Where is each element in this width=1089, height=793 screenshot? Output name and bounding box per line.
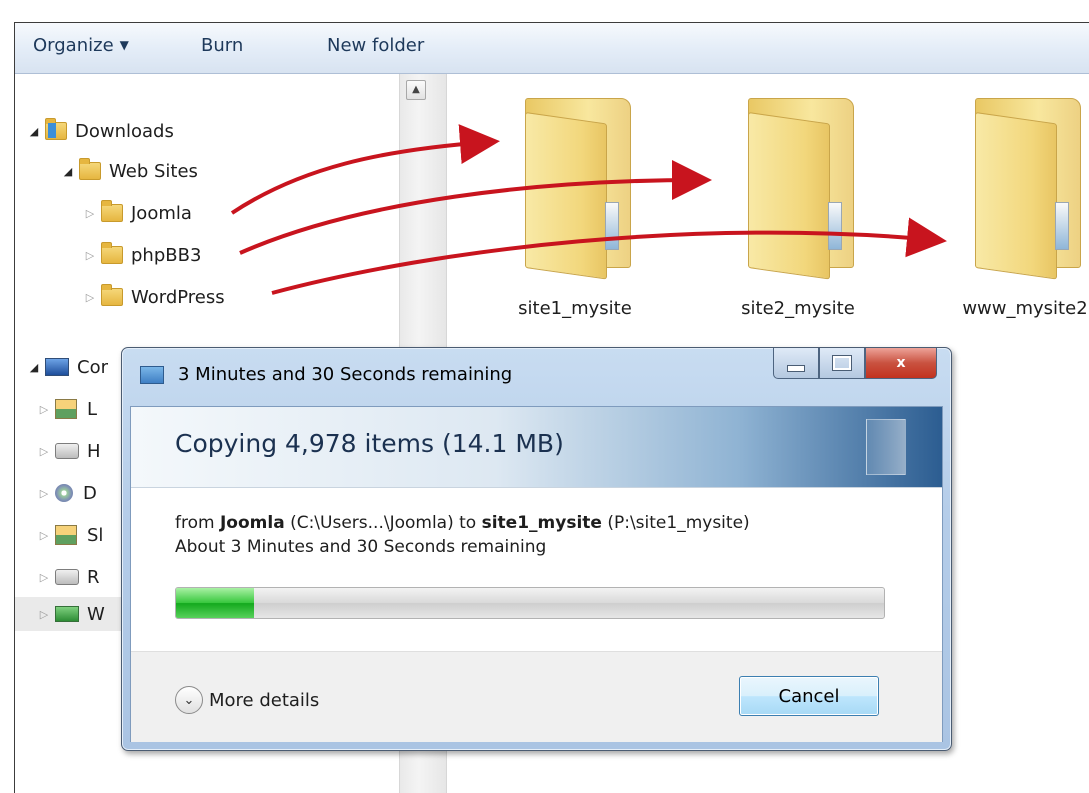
expand-open-icon[interactable]: ◢ bbox=[27, 361, 41, 374]
nav-label: L bbox=[87, 398, 98, 420]
nav-label: WordPress bbox=[131, 286, 225, 308]
close-icon: x bbox=[896, 355, 906, 371]
downloads-folder-icon bbox=[45, 118, 67, 140]
nav-item-joomla[interactable]: ▷ Joomla bbox=[83, 196, 192, 230]
removable-drive-icon bbox=[55, 569, 79, 585]
source-folder-name[interactable]: Joomla bbox=[220, 513, 285, 533]
nav-label: phpBB3 bbox=[131, 244, 202, 266]
caption-buttons: x bbox=[773, 348, 937, 380]
copy-progress-bar bbox=[175, 587, 885, 619]
dropdown-caret-icon: ▼ bbox=[119, 38, 129, 52]
scroll-up-icon[interactable]: ▲ bbox=[406, 80, 426, 100]
burn-button[interactable]: Burn bbox=[201, 35, 243, 56]
minimize-icon bbox=[787, 364, 805, 372]
nav-label: Downloads bbox=[75, 120, 174, 142]
dialog-title: 3 Minutes and 30 Seconds remaining bbox=[178, 364, 513, 385]
cancel-button[interactable]: Cancel bbox=[739, 676, 879, 716]
folder-label: site1_mysite bbox=[518, 298, 632, 319]
expand-closed-icon[interactable]: ▷ bbox=[37, 529, 51, 542]
dialog-footer: ⌄ More details Cancel bbox=[131, 651, 942, 742]
nav-item-drive[interactable]: ▷ D bbox=[37, 476, 97, 510]
folder-label: www_mysite2 bbox=[962, 298, 1088, 319]
nav-item-drive[interactable]: ▷ R bbox=[37, 560, 100, 594]
nav-item-drive[interactable]: ▷ W bbox=[37, 597, 105, 631]
more-details-toggle[interactable]: ⌄ More details bbox=[175, 686, 319, 714]
chevron-down-icon[interactable]: ⌄ bbox=[175, 686, 203, 714]
expand-closed-icon[interactable]: ▷ bbox=[37, 403, 51, 416]
network-drive-icon bbox=[55, 606, 79, 622]
source-path: (C:\Users...\Joomla) to bbox=[284, 513, 482, 533]
folder-icon bbox=[101, 284, 123, 306]
copy-icon bbox=[140, 366, 164, 384]
expand-closed-icon[interactable]: ▷ bbox=[37, 487, 51, 500]
copy-source-destination: from Joomla (C:\Users...\Joomla) to site… bbox=[175, 513, 750, 533]
copy-progress-dialog: 3 Minutes and 30 Seconds remaining x Cop… bbox=[121, 347, 952, 751]
folder-label: site2_mysite bbox=[741, 298, 855, 319]
folder-icon bbox=[525, 98, 631, 280]
folder-icon bbox=[79, 158, 101, 180]
destination-path: (P:\site1_mysite) bbox=[601, 513, 750, 533]
minimize-button[interactable] bbox=[773, 348, 819, 379]
expand-open-icon[interactable]: ◢ bbox=[27, 125, 41, 138]
expand-closed-icon[interactable]: ▷ bbox=[37, 608, 51, 621]
nav-label: Web Sites bbox=[109, 160, 198, 182]
close-button[interactable]: x bbox=[865, 348, 937, 379]
more-details-label: More details bbox=[209, 689, 320, 711]
hard-drive-icon bbox=[55, 443, 79, 459]
nav-item-computer[interactable]: ◢ Cor bbox=[27, 350, 108, 384]
nav-item-drive[interactable]: ▷ L bbox=[37, 392, 97, 426]
destination-folder-name[interactable]: site1_mysite bbox=[482, 513, 602, 533]
expand-closed-icon[interactable]: ▷ bbox=[83, 207, 97, 220]
header-decoration bbox=[866, 419, 906, 475]
dialog-body: Copying 4,978 items (14.1 MB) from Jooml… bbox=[130, 406, 943, 742]
shared-drive-icon bbox=[55, 525, 77, 545]
organize-button[interactable]: Organize ▼ bbox=[33, 35, 129, 56]
expand-closed-icon[interactable]: ▷ bbox=[83, 291, 97, 304]
dialog-header: Copying 4,978 items (14.1 MB) bbox=[131, 407, 942, 488]
nav-item-web-sites[interactable]: ◢ Web Sites bbox=[61, 154, 198, 188]
from-prefix: from bbox=[175, 513, 220, 533]
nav-item-wordpress[interactable]: ▷ WordPress bbox=[83, 280, 225, 314]
nav-item-drive[interactable]: ▷ H bbox=[37, 434, 101, 468]
new-folder-button[interactable]: New folder bbox=[327, 35, 424, 56]
nav-label: W bbox=[87, 603, 105, 625]
folder-site2-mysite[interactable]: site2_mysite bbox=[708, 98, 888, 328]
drive-icon bbox=[55, 399, 77, 419]
folder-icon bbox=[101, 242, 123, 264]
folder-site1-mysite[interactable]: site1_mysite bbox=[485, 98, 665, 328]
folder-icon bbox=[975, 98, 1081, 280]
command-bar: Organize ▼ Burn New folder bbox=[15, 23, 1089, 74]
copy-heading: Copying 4,978 items (14.1 MB) bbox=[175, 429, 564, 458]
nav-label: R bbox=[87, 566, 100, 588]
time-remaining: About 3 Minutes and 30 Seconds remaining bbox=[175, 537, 547, 557]
nav-label: H bbox=[87, 440, 101, 462]
nav-label: Cor bbox=[77, 356, 108, 378]
expand-closed-icon[interactable]: ▷ bbox=[37, 571, 51, 584]
folder-www-mysite2[interactable]: www_mysite2 bbox=[935, 98, 1089, 328]
expand-closed-icon[interactable]: ▷ bbox=[83, 249, 97, 262]
folder-icon bbox=[101, 200, 123, 222]
nav-label: D bbox=[83, 482, 97, 504]
computer-icon bbox=[45, 358, 69, 376]
nav-label: Sl bbox=[87, 524, 104, 546]
nav-item-downloads[interactable]: ◢ Downloads bbox=[27, 114, 174, 148]
folder-icon bbox=[748, 98, 854, 280]
expand-open-icon[interactable]: ◢ bbox=[61, 165, 75, 178]
expand-closed-icon[interactable]: ▷ bbox=[37, 445, 51, 458]
nav-item-phpbb3[interactable]: ▷ phpBB3 bbox=[83, 238, 201, 272]
maximize-button[interactable] bbox=[819, 348, 865, 379]
nav-label: Joomla bbox=[131, 202, 192, 224]
maximize-icon bbox=[832, 355, 852, 371]
progress-fill bbox=[176, 588, 254, 618]
dvd-drive-icon bbox=[55, 484, 73, 502]
nav-item-drive[interactable]: ▷ Sl bbox=[37, 518, 104, 552]
